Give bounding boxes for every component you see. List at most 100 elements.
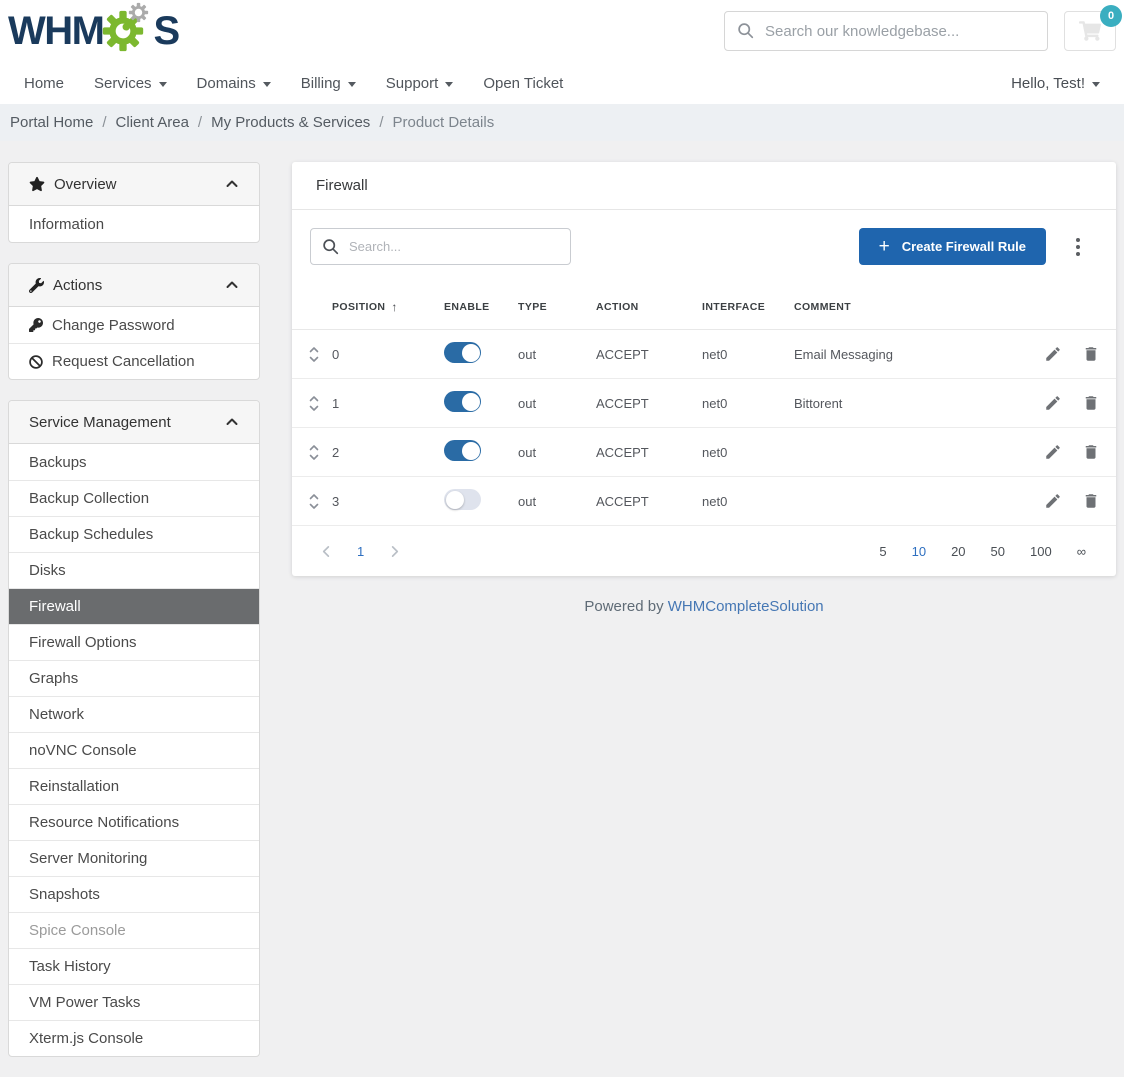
star-icon [29, 176, 45, 192]
knowledgebase-search [724, 11, 1048, 51]
overview-panel-header[interactable]: Overview [9, 163, 259, 206]
drag-handle[interactable] [308, 395, 332, 412]
page-size-50[interactable]: 50 [991, 544, 1005, 559]
pagination: 1 5 10 20 50 100 ∞ [292, 526, 1116, 576]
edit-rule-button[interactable] [1044, 443, 1062, 461]
enable-toggle[interactable] [444, 391, 481, 412]
page-number-1[interactable]: 1 [357, 544, 364, 559]
pencil-icon [1044, 492, 1062, 510]
sidebar-item-information[interactable]: Information [9, 206, 259, 242]
sidebar-item-vm-power-tasks[interactable]: VM Power Tasks [9, 984, 259, 1020]
delete-rule-button[interactable] [1082, 443, 1100, 461]
next-page-button[interactable] [380, 541, 409, 562]
service-management-panel: Service Management Backups Backup Collec… [8, 400, 260, 1057]
enable-toggle[interactable] [444, 440, 481, 461]
edit-rule-button[interactable] [1044, 394, 1062, 412]
table-row: 3 out ACCEPT net0 [292, 477, 1116, 526]
service-management-panel-header[interactable]: Service Management [9, 401, 259, 444]
nav-item-open-ticket[interactable]: Open Ticket [483, 75, 563, 92]
column-header-type[interactable]: TYPE [518, 301, 596, 313]
logo-text-s: S [153, 9, 178, 53]
powered-by: Powered by WHMCompleteSolution [292, 598, 1116, 615]
actions-panel-title: Actions [53, 277, 102, 294]
column-header-position[interactable]: POSITION ↑ [332, 300, 444, 314]
drag-handle[interactable] [308, 493, 332, 510]
whmcompletesolution-link[interactable]: WHMCompleteSolution [668, 598, 824, 615]
column-header-comment[interactable]: COMMENT [794, 301, 1008, 313]
delete-rule-button[interactable] [1082, 394, 1100, 412]
ban-icon [29, 355, 43, 369]
sidebar-item-network[interactable]: Network [9, 696, 259, 732]
sidebar-item-firewall-options[interactable]: Firewall Options [9, 624, 259, 660]
sidebar-item-change-password[interactable]: Change Password [9, 307, 259, 343]
chevron-down-icon [445, 82, 453, 87]
delete-rule-button[interactable] [1082, 345, 1100, 363]
sidebar: Overview Information Actions [8, 162, 260, 1077]
cell-action: ACCEPT [596, 494, 702, 509]
sidebar-item-backups[interactable]: Backups [9, 444, 259, 480]
user-menu-label: Hello, Test! [1011, 75, 1085, 92]
sidebar-item-label: Graphs [29, 670, 78, 687]
column-header-interface[interactable]: INTERFACE [702, 301, 794, 313]
trash-icon [1082, 394, 1100, 412]
breadcrumb-link-portal-home[interactable]: Portal Home [10, 114, 93, 131]
sidebar-item-reinstallation[interactable]: Reinstallation [9, 768, 259, 804]
chevron-up-icon [225, 415, 239, 429]
page-size-[interactable]: ∞ [1077, 544, 1086, 559]
enable-toggle[interactable] [444, 342, 481, 363]
table-search [310, 228, 571, 265]
delete-rule-button[interactable] [1082, 492, 1100, 510]
breadcrumb: Portal Home / Client Area / My Products … [0, 104, 1124, 141]
actions-panel-header[interactable]: Actions [9, 264, 259, 307]
edit-rule-button[interactable] [1044, 345, 1062, 363]
sidebar-item-task-history[interactable]: Task History [9, 948, 259, 984]
column-header-enable[interactable]: ENABLE [444, 301, 518, 313]
cart-button[interactable]: 0 [1064, 11, 1116, 51]
sidebar-item-label: noVNC Console [29, 742, 137, 759]
sidebar-item-disks[interactable]: Disks [9, 552, 259, 588]
page-size-100[interactable]: 100 [1030, 544, 1052, 559]
table-header: POSITION ↑ ENABLE TYPE ACTION INTERFACE … [292, 285, 1116, 330]
nav-item-home[interactable]: Home [24, 75, 64, 92]
table-search-input[interactable] [310, 228, 571, 265]
sidebar-item-label: Backups [29, 454, 87, 471]
breadcrumb-link-my-products-services[interactable]: My Products & Services [211, 114, 370, 131]
nav-item-services[interactable]: Services [94, 75, 167, 92]
page-size-5[interactable]: 5 [879, 544, 886, 559]
sidebar-item-spice-console[interactable]: Spice Console [9, 912, 259, 948]
sidebar-item-firewall[interactable]: Firewall [9, 588, 259, 624]
previous-page-button[interactable] [312, 541, 341, 562]
knowledgebase-search-input[interactable] [724, 11, 1048, 51]
edit-rule-button[interactable] [1044, 492, 1062, 510]
drag-handle[interactable] [308, 444, 332, 461]
sidebar-item-novnc-console[interactable]: noVNC Console [9, 732, 259, 768]
page-size-10[interactable]: 10 [912, 544, 926, 559]
sidebar-item-backup-collection[interactable]: Backup Collection [9, 480, 259, 516]
sidebar-item-backup-schedules[interactable]: Backup Schedules [9, 516, 259, 552]
more-options-button[interactable] [1066, 235, 1090, 259]
create-firewall-rule-button[interactable]: + Create Firewall Rule [859, 228, 1046, 265]
drag-handle[interactable] [308, 346, 332, 363]
nav-item-domains[interactable]: Domains [197, 75, 271, 92]
sidebar-item-resource-notifications[interactable]: Resource Notifications [9, 804, 259, 840]
nav-item-billing[interactable]: Billing [301, 75, 356, 92]
sidebar-item-snapshots[interactable]: Snapshots [9, 876, 259, 912]
cell-type: out [518, 396, 596, 411]
trash-icon [1082, 345, 1100, 363]
wrench-icon [29, 278, 44, 293]
column-header-action[interactable]: ACTION [596, 301, 702, 313]
breadcrumb-link-client-area[interactable]: Client Area [116, 114, 189, 131]
logo-text-whm: WHM [8, 9, 103, 53]
top-header: WHM [0, 0, 1124, 62]
nav-item-support[interactable]: Support [386, 75, 454, 92]
sidebar-item-server-monitoring[interactable]: Server Monitoring [9, 840, 259, 876]
sidebar-item-xterm-js-console[interactable]: Xterm.js Console [9, 1020, 259, 1056]
sidebar-item-request-cancellation[interactable]: Request Cancellation [9, 343, 259, 379]
enable-toggle[interactable] [444, 489, 481, 510]
sidebar-item-graphs[interactable]: Graphs [9, 660, 259, 696]
whmcs-logo[interactable]: WHM [8, 9, 179, 53]
nav-items: Home Services Domains Billing Support Op… [24, 75, 563, 92]
user-menu[interactable]: Hello, Test! [1011, 75, 1100, 92]
page-size-20[interactable]: 20 [951, 544, 965, 559]
table-row: 2 out ACCEPT net0 [292, 428, 1116, 477]
